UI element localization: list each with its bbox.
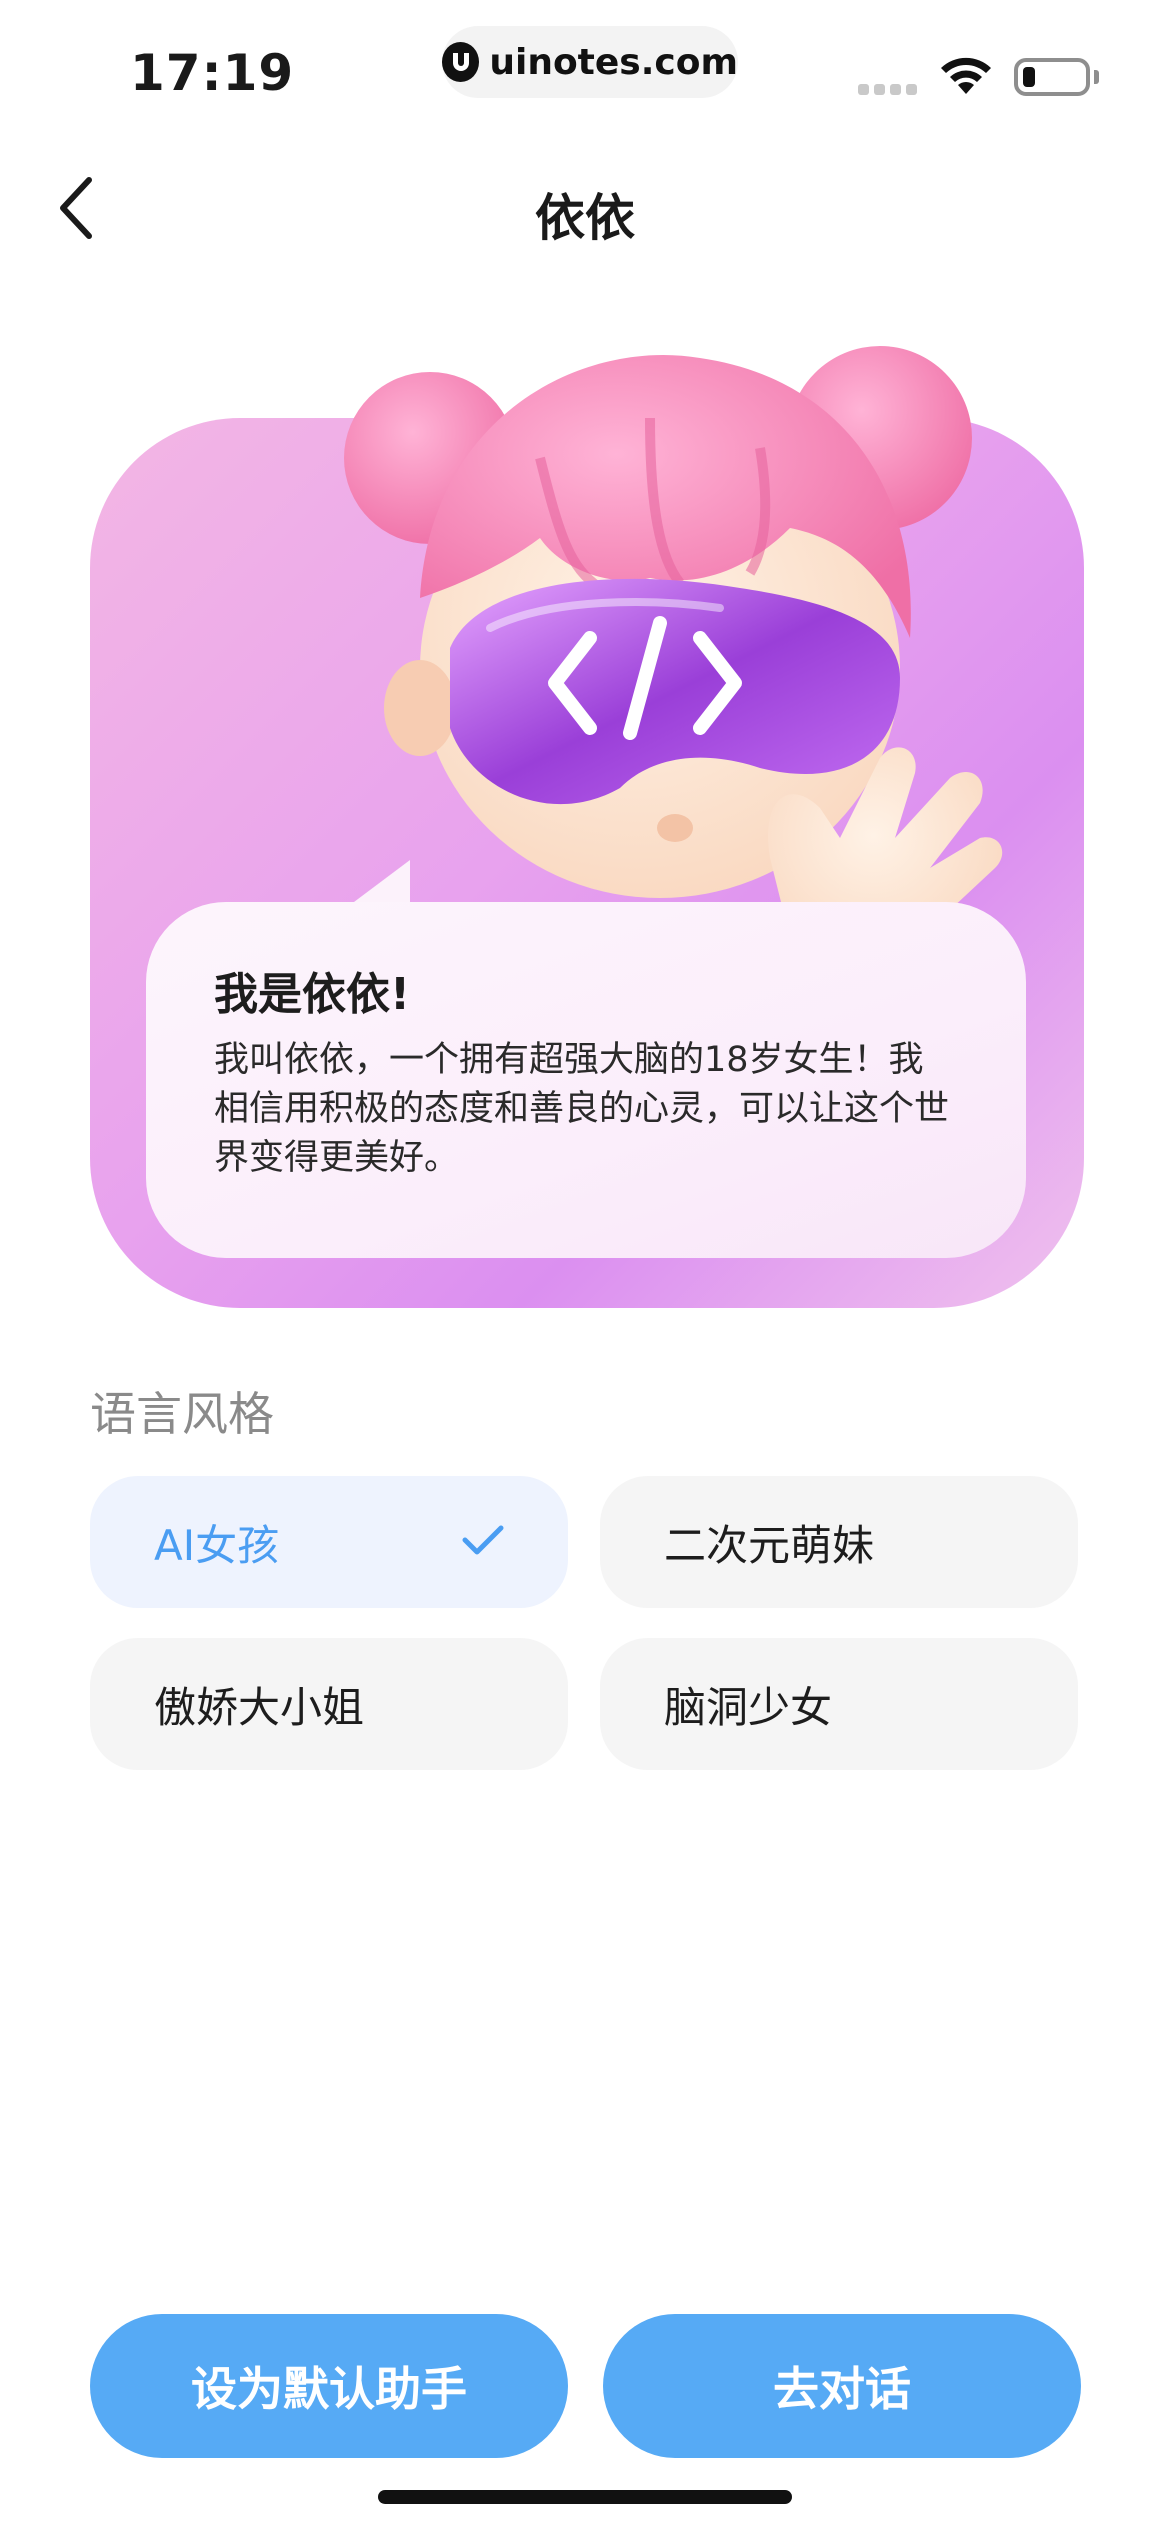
set-default-assistant-button[interactable]: 设为默认助手 (90, 2314, 568, 2458)
style-option-imaginative-girl[interactable]: 脑洞少女 (600, 1638, 1078, 1770)
intro-title: 我是依依! (214, 969, 411, 1020)
start-chat-button[interactable]: 去对话 (603, 2314, 1081, 2458)
battery-icon (1014, 58, 1090, 96)
language-style-label: 语言风格 (90, 1387, 274, 1441)
page-title: 依依 (535, 189, 635, 247)
style-option-anime-girl[interactable]: 二次元萌妹 (600, 1476, 1078, 1608)
status-time: 17:19 (130, 44, 295, 102)
wifi-icon (941, 57, 991, 94)
style-option-label: AI女孩 (154, 1520, 280, 1570)
intro-text: 我叫依依，一个拥有超强大脑的18岁女生！我相信用积极的态度和善良的心灵，可以让这… (214, 1040, 950, 1178)
style-option-label: 脑洞少女 (664, 1682, 833, 1732)
url-text: uinotes.com (489, 41, 738, 83)
style-option-tsundere-lady[interactable]: 傲娇大小姐 (90, 1638, 568, 1770)
site-logo-icon (442, 42, 480, 82)
status-bar: 17:19 uinotes.com (0, 0, 1170, 130)
style-option-ai-girl[interactable]: AI女孩 (90, 1476, 568, 1608)
signal-icon (858, 84, 917, 95)
url-pill[interactable]: uinotes.com (442, 26, 738, 98)
style-option-label: 傲娇大小姐 (154, 1682, 365, 1732)
checkmark-icon (462, 1525, 504, 1555)
battery-tip (1094, 70, 1099, 84)
home-indicator[interactable] (378, 2490, 792, 2504)
style-option-label: 二次元萌妹 (664, 1520, 875, 1570)
